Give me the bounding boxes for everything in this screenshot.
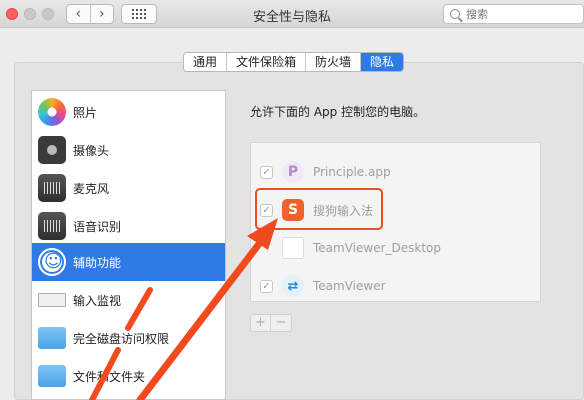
tab-firewall[interactable]: 防火墙 [306, 53, 362, 71]
app-checkbox[interactable]: ✓ [260, 165, 273, 179]
highlight-box [255, 188, 383, 230]
title-bar: ‹ › 安全性与隐私 [0, 0, 584, 28]
photos-icon [38, 98, 66, 126]
document-icon [282, 237, 304, 259]
principle-icon: P [282, 161, 304, 183]
sidebar-item-label: 麦克风 [73, 181, 110, 196]
accessibility-icon [38, 248, 66, 276]
teamviewer-icon [282, 275, 304, 297]
sidebar-item-speech-recognition[interactable]: 语音识别 [32, 207, 225, 245]
add-app-button[interactable]: + [251, 315, 271, 331]
sidebar-item-photos[interactable]: 照片 [32, 93, 225, 131]
sidebar-item-microphone[interactable]: 麦克风 [32, 169, 225, 207]
permission-description: 允许下面的 App 控制您的电脑。 [250, 105, 426, 119]
search-field[interactable] [443, 4, 584, 24]
sidebar-item-accessibility[interactable]: 辅助功能 [32, 243, 225, 281]
app-name: Principle.app [313, 165, 391, 179]
sidebar-item-full-disk-access[interactable]: 完全磁盘访问权限 [32, 319, 225, 357]
tab-privacy[interactable]: 隐私 [361, 53, 404, 71]
keyboard-icon [38, 293, 66, 307]
remove-app-button[interactable]: − [271, 315, 291, 331]
sidebar-item-label: 输入监视 [73, 293, 122, 308]
search-input[interactable] [466, 7, 566, 21]
speech-recognition-icon [38, 212, 66, 240]
list-item: ✓ TeamViewer [251, 267, 540, 305]
tab-bar: 通用 文件保险箱 防火墙 隐私 [183, 52, 405, 72]
sidebar-item-label: 摄像头 [73, 143, 110, 158]
search-icon [450, 9, 460, 19]
add-remove-buttons: + − [250, 314, 292, 332]
microphone-icon [38, 174, 66, 202]
sidebar-item-files-and-folders[interactable]: 文件和文件夹 [32, 357, 225, 395]
sidebar-item-label: 辅助功能 [73, 255, 122, 270]
tab-general[interactable]: 通用 [184, 53, 228, 71]
folder-icon [38, 365, 66, 387]
list-item: TeamViewer_Desktop [251, 229, 540, 267]
sidebar-item-label: 文件和文件夹 [73, 369, 146, 384]
folder-icon [38, 327, 66, 349]
list-item: ✓ P Principle.app [251, 153, 540, 191]
sidebar-item-label: 照片 [73, 105, 98, 120]
sidebar-item-camera[interactable]: 摄像头 [32, 131, 225, 169]
app-name: TeamViewer_Desktop [313, 241, 441, 255]
app-checkbox[interactable]: ✓ [260, 279, 273, 293]
app-name: TeamViewer [313, 279, 386, 293]
sidebar-item-label: 完全磁盘访问权限 [73, 331, 170, 346]
tab-filevault[interactable]: 文件保险箱 [227, 53, 307, 71]
camera-icon [38, 136, 66, 164]
privacy-category-list: 照片 摄像头 麦克风 语音识别 辅助功能 输入监视 完全磁盘访问权限 文件和文件… [31, 90, 226, 400]
sidebar-item-input-monitoring[interactable]: 输入监视 [32, 281, 225, 319]
sidebar-item-label: 语音识别 [73, 219, 122, 234]
